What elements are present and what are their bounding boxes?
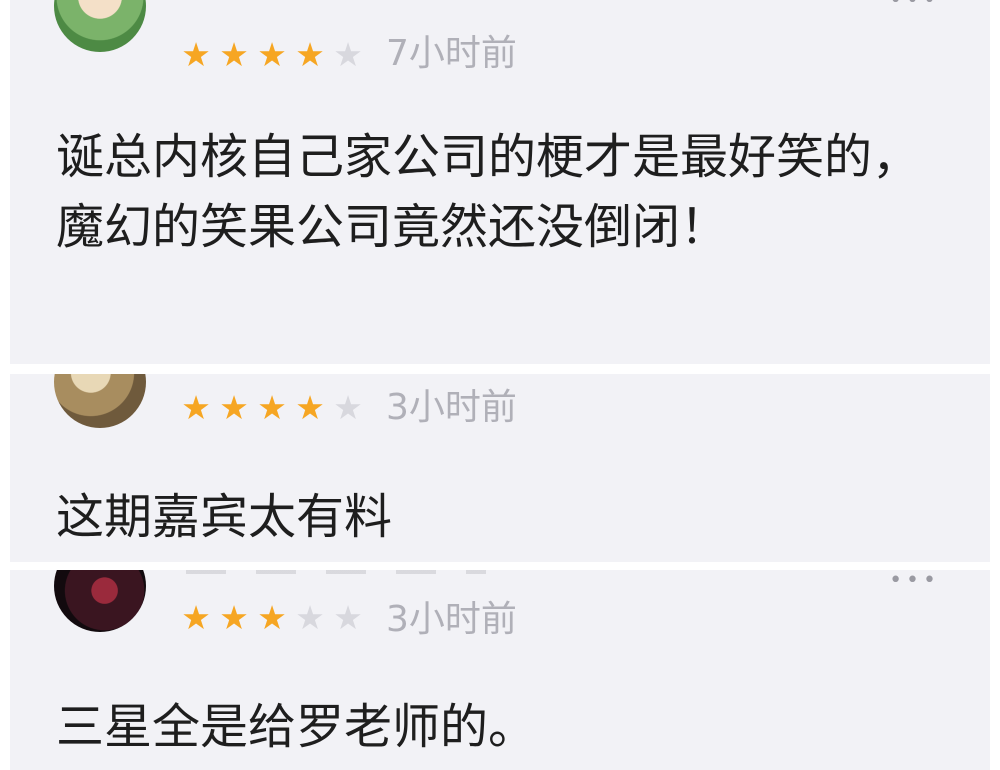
star-empty-icon: ★	[333, 35, 363, 74]
avatar[interactable]	[54, 570, 146, 632]
star-icon: ★	[257, 388, 287, 427]
more-options-icon[interactable]: •••	[889, 570, 940, 592]
star-empty-icon: ★	[333, 598, 363, 637]
comment-card[interactable]: ••• ★ ★ ★ ★ ★ 3小时前 三星全是给罗老师的。	[10, 570, 990, 770]
star-icon: ★	[295, 35, 325, 74]
comment-text: 诞总内核自己家公司的梗才是最好笑的，魔幻的笑果公司竟然还没倒闭！	[56, 129, 921, 255]
comment-text: 这期嘉宾太有料	[56, 489, 393, 545]
star-icon: ★	[181, 388, 211, 427]
comment-timestamp: 3小时前	[386, 599, 517, 640]
star-icon: ★	[219, 35, 249, 74]
star-icon: ★	[219, 598, 249, 637]
star-icon: ★	[181, 35, 211, 74]
star-rating: ★ ★ ★ ★ ★	[178, 600, 366, 636]
star-icon: ★	[295, 388, 325, 427]
star-icon: ★	[219, 388, 249, 427]
star-empty-icon: ★	[295, 598, 325, 637]
comment-timestamp: 7小时前	[386, 33, 517, 74]
star-empty-icon: ★	[333, 388, 363, 427]
avatar[interactable]	[54, 0, 146, 52]
comment-timestamp: 3小时前	[386, 387, 517, 428]
username-cropped	[186, 570, 486, 574]
star-icon: ★	[181, 598, 211, 637]
comment-text: 三星全是给罗老师的。	[56, 699, 537, 755]
star-rating: ★ ★ ★ ★ ★	[178, 390, 366, 426]
more-options-icon[interactable]: •••	[889, 0, 940, 12]
comment-card[interactable]: ★ ★ ★ ★ ★ 3小时前 这期嘉宾太有料	[10, 374, 990, 562]
comment-card[interactable]: ••• ★ ★ ★ ★ ★ 7小时前 诞总内核自己家公司的梗才是最好笑的，魔幻的…	[10, 0, 990, 364]
star-rating: ★ ★ ★ ★ ★	[178, 37, 366, 73]
avatar[interactable]	[54, 374, 146, 428]
star-icon: ★	[257, 35, 287, 74]
star-icon: ★	[257, 598, 287, 637]
